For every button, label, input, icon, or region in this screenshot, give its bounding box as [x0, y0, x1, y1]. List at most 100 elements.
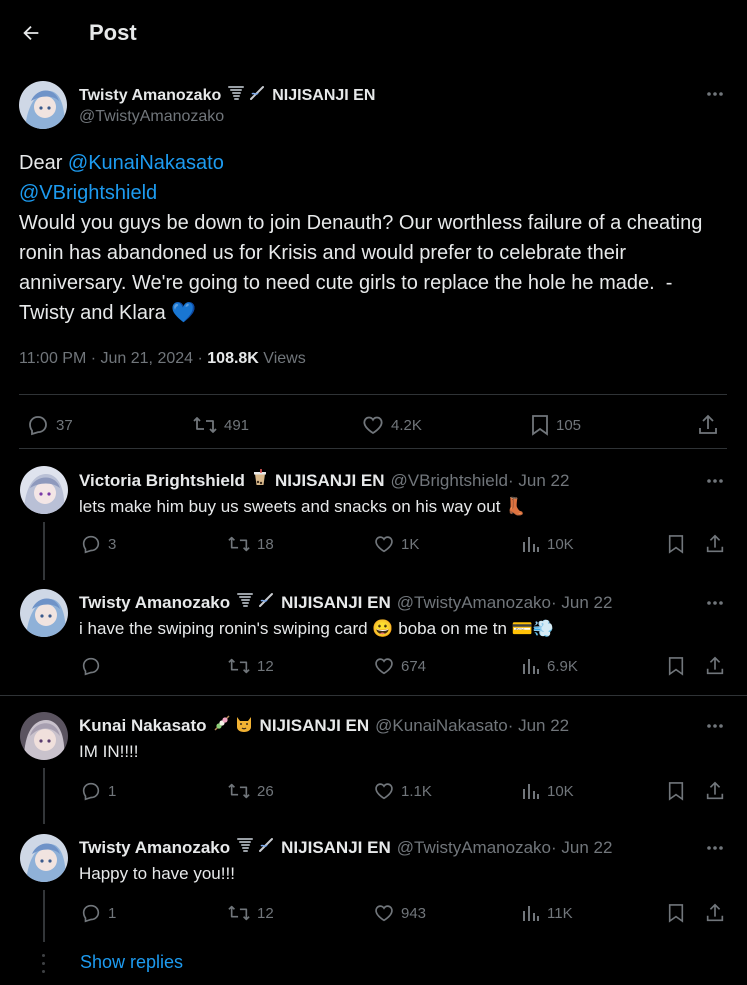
reply-text: lets make him buy us sweets and snacks o… [79, 497, 526, 517]
repost-button[interactable]: 491 [192, 413, 249, 437]
avatar[interactable] [20, 712, 68, 760]
views-button[interactable]: 6.9K [521, 655, 578, 677]
reply-body: lets make him buy us sweets and snacks o… [79, 497, 501, 516]
more-options-button[interactable] [703, 471, 727, 491]
org-label: NIJISANJI EN [281, 592, 391, 612]
reply-header: Twisty Amanozako NIJISANJI EN @TwistyAma… [79, 836, 612, 859]
share-button[interactable] [704, 902, 726, 924]
cat-smirk-icon [234, 714, 254, 737]
author-name-row[interactable]: Twisty Amanozako NIJISANJI EN [79, 84, 375, 107]
reply-body-continued: boba on me tn [398, 619, 507, 638]
avatar[interactable] [19, 81, 67, 129]
bookmark-icon [532, 415, 548, 436]
more-options-button[interactable] [703, 838, 727, 858]
tornado-icon [227, 84, 245, 107]
reply-body: IM IN!!!! [79, 742, 139, 761]
bookmark-button[interactable] [667, 533, 685, 555]
display-name[interactable]: Victoria Brightshield [79, 471, 245, 491]
author-handle[interactable]: @KunaiNakasato [375, 716, 508, 736]
org-label: NIJISANJI EN [281, 837, 391, 857]
reply-action-bar: 1 26 1.1K 10K [0, 778, 747, 806]
repost-button[interactable]: 26 [227, 780, 274, 802]
reply-count: 1 [108, 782, 117, 800]
divider [0, 695, 747, 696]
author-handle[interactable]: @VBrightshield [391, 471, 508, 491]
like-button[interactable]: 1K [373, 533, 419, 555]
text-prefix: Dear [19, 152, 68, 174]
more-dots-icon [707, 601, 723, 605]
blue-heart-emoji: 💙 [171, 302, 197, 324]
post-date[interactable]: · Jun 22 [508, 716, 569, 736]
repost-button[interactable]: 12 [227, 902, 274, 924]
thread-continuation-dots [42, 954, 46, 974]
bookmark-button[interactable] [667, 780, 685, 802]
avatar[interactable] [20, 466, 68, 514]
author-handle[interactable]: @TwistyAmanozako [79, 108, 224, 126]
post-date[interactable]: · Jun 22 [551, 593, 612, 613]
views-button[interactable]: 10K [521, 780, 574, 802]
views-label: Views [258, 350, 306, 367]
display-name[interactable]: Twisty Amanozako [79, 838, 230, 858]
views-button[interactable]: 10K [521, 533, 574, 555]
share-button[interactable] [704, 780, 726, 802]
reply-button[interactable]: 3 [80, 533, 116, 555]
heart-icon [375, 536, 393, 553]
repost-icon [193, 417, 217, 433]
share-icon [699, 414, 717, 434]
display-name[interactable]: Twisty Amanozako [79, 593, 230, 613]
repost-button[interactable]: 18 [227, 533, 274, 555]
post-date[interactable]: · Jun 22 [508, 471, 569, 491]
repost-count: 18 [257, 535, 274, 553]
reply-action-bar: 1 12 943 11K [0, 900, 747, 928]
share-button[interactable] [704, 655, 726, 677]
back-button[interactable] [14, 16, 48, 50]
divider [19, 394, 727, 395]
needle-icon [257, 836, 275, 859]
display-name[interactable]: Kunai Nakasato [79, 716, 207, 736]
author-handle[interactable]: @TwistyAmanozako [397, 838, 551, 858]
reply-button[interactable]: 37 [26, 413, 73, 437]
display-name[interactable]: Twisty Amanozako [79, 87, 221, 105]
more-options-button[interactable] [703, 84, 727, 104]
tornado-icon [236, 591, 254, 614]
like-button[interactable]: 674 [373, 655, 426, 677]
more-options-button[interactable] [703, 716, 727, 736]
mention-link[interactable]: @VBrightshield [19, 182, 157, 204]
repost-icon [228, 905, 250, 921]
views-button[interactable]: 11K [521, 902, 573, 924]
like-button[interactable]: 943 [373, 902, 426, 924]
bookmark-button[interactable] [667, 655, 685, 677]
reply-button[interactable] [80, 655, 108, 677]
grinning-emoji: 😀 [372, 619, 394, 638]
mention-link[interactable]: @KunaiNakasato [68, 152, 224, 174]
share-button[interactable] [704, 533, 726, 555]
more-dots-icon [707, 724, 723, 728]
boba-icon [251, 469, 269, 492]
avatar[interactable] [20, 589, 68, 637]
reply-text: IM IN!!!! [79, 742, 139, 762]
bookmark-button[interactable]: 105 [530, 413, 581, 437]
like-count: 674 [401, 657, 427, 675]
bookmark-button[interactable] [667, 902, 685, 924]
bookmark-icon [668, 782, 684, 801]
repost-count: 26 [257, 782, 274, 800]
like-button[interactable]: 4.2K [361, 413, 422, 437]
analytics-icon [523, 537, 539, 552]
reply-button[interactable]: 1 [80, 780, 116, 802]
more-options-button[interactable] [703, 593, 727, 613]
reply-button[interactable]: 1 [80, 902, 116, 924]
repost-button[interactable]: 12 [227, 655, 274, 677]
timestamp[interactable]: 11:00 PM · Jun 21, 2024 · [19, 350, 207, 367]
reply-action-bar: 12 674 6.9K [0, 655, 747, 683]
repost-count: 12 [257, 657, 274, 675]
like-count: 1.1K [401, 782, 432, 800]
avatar[interactable] [20, 834, 68, 882]
org-label: NIJISANJI EN [274, 470, 385, 490]
show-replies-link[interactable]: Show replies [80, 952, 183, 973]
top-bar: Post [0, 0, 747, 66]
post-date[interactable]: · Jun 22 [551, 838, 612, 858]
share-button[interactable] [696, 413, 720, 437]
views-count: 108.8K [207, 350, 259, 367]
like-button[interactable]: 1.1K [373, 780, 432, 802]
author-handle[interactable]: @TwistyAmanozako [397, 593, 551, 613]
